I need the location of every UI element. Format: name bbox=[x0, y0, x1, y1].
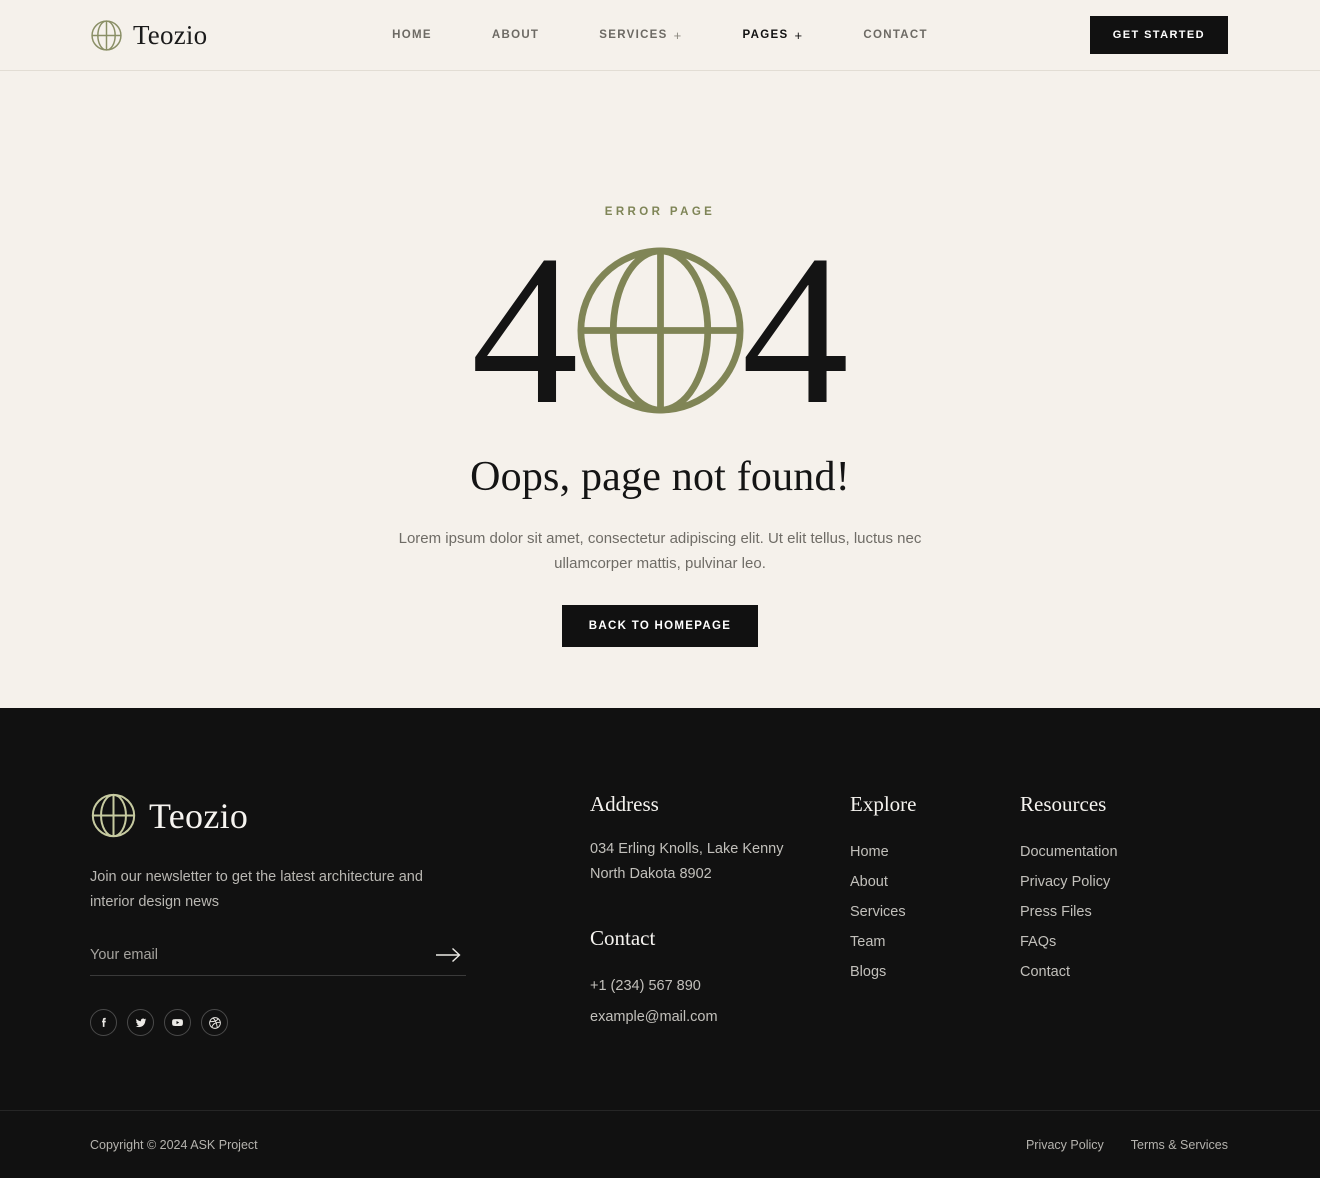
error-page: Teozio HOME ABOUT SERVICES + PAGES + CON… bbox=[0, 0, 1320, 1178]
address-line-1: 034 Erling Knolls, Lake Kenny bbox=[590, 841, 784, 857]
circle-cross-logo-icon bbox=[91, 793, 136, 838]
error-digit-left: 4 bbox=[471, 210, 579, 449]
footer-brand-name: Teozio bbox=[149, 795, 249, 836]
facebook-link[interactable] bbox=[90, 1009, 117, 1036]
chevron-plus-icon: + bbox=[794, 27, 804, 43]
legal-link-privacy-policy[interactable]: Privacy Policy bbox=[1026, 1138, 1104, 1152]
nav-label: ABOUT bbox=[491, 29, 540, 41]
address-heading: Address bbox=[590, 792, 659, 816]
youtube-icon bbox=[172, 1019, 183, 1026]
dribbble-icon bbox=[208, 1016, 221, 1029]
nav-item-services[interactable]: SERVICES + bbox=[569, 29, 712, 42]
arrow-right-icon bbox=[436, 947, 461, 963]
nav-item-pages[interactable]: PAGES + bbox=[713, 29, 834, 42]
site-header: Teozio HOME ABOUT SERVICES + PAGES + CON… bbox=[0, 0, 1320, 71]
email-input[interactable] bbox=[90, 947, 432, 963]
contact-email[interactable]: example@mail.com bbox=[590, 1002, 850, 1032]
eyebrow-label: ERROR PAGE bbox=[604, 206, 716, 218]
brand-logo-link[interactable]: Teozio bbox=[90, 19, 207, 52]
resources-link-privacy-policy[interactable]: Privacy Policy bbox=[1020, 867, 1220, 897]
dribbble-link[interactable] bbox=[201, 1009, 228, 1036]
footer-resources-column: Resources Documentation Privacy Policy P… bbox=[1020, 792, 1220, 1036]
resources-link-press-files[interactable]: Press Files bbox=[1020, 897, 1220, 927]
twitter-icon bbox=[135, 1018, 146, 1027]
error-code-graphic: 4 4 bbox=[471, 210, 850, 449]
nav-item-about[interactable]: ABOUT bbox=[462, 29, 569, 41]
resources-heading: Resources bbox=[1020, 792, 1107, 816]
error-digit-right: 4 bbox=[741, 210, 850, 449]
page-title: Oops, page not found! bbox=[470, 453, 850, 500]
footer-brand-column: Teozio Join our newsletter to get the la… bbox=[90, 792, 590, 1036]
nav-label: PAGES bbox=[742, 29, 789, 41]
footer-explore-column: Explore Home About Services Team Blogs bbox=[850, 792, 1020, 1036]
explore-link-blogs[interactable]: Blogs bbox=[850, 957, 1020, 987]
nav-label: CONTACT bbox=[863, 29, 928, 41]
footer-bottom-bar: Copyright © 2024 ASK Project Privacy Pol… bbox=[0, 1110, 1320, 1178]
twitter-link[interactable] bbox=[127, 1009, 154, 1036]
legal-link-terms-services[interactable]: Terms & Services bbox=[1131, 1138, 1228, 1152]
youtube-link[interactable] bbox=[164, 1009, 191, 1036]
address-line-2: North Dakota 8902 bbox=[590, 866, 712, 882]
back-to-homepage-button[interactable]: BACK TO HOMEPAGE bbox=[561, 604, 759, 647]
contact-heading: Contact bbox=[590, 926, 656, 950]
newsletter-description: Join our newsletter to get the latest ar… bbox=[90, 869, 423, 910]
nav-label: SERVICES bbox=[599, 29, 668, 41]
explore-link-about[interactable]: About bbox=[850, 867, 1020, 897]
circle-cross-logo-icon bbox=[91, 19, 122, 51]
newsletter-submit-button[interactable] bbox=[432, 947, 466, 963]
footer-legal-links: Privacy Policy Terms & Services bbox=[1026, 1138, 1228, 1152]
footer-brand-link[interactable]: Teozio bbox=[90, 792, 590, 839]
explore-heading: Explore bbox=[850, 792, 917, 816]
resources-link-contact[interactable]: Contact bbox=[1020, 957, 1220, 987]
page-description: Lorem ipsum dolor sit amet, consectetur … bbox=[398, 529, 922, 572]
social-links bbox=[90, 1009, 590, 1036]
facebook-icon bbox=[101, 1017, 106, 1027]
circle-cross-logo-icon bbox=[576, 247, 744, 414]
chevron-plus-icon: + bbox=[673, 27, 683, 43]
error-hero: ERROR PAGE 4 4 Oops, page not found! Lor… bbox=[0, 71, 1320, 708]
explore-link-services[interactable]: Services bbox=[850, 897, 1020, 927]
newsletter-form bbox=[90, 947, 466, 976]
site-footer: Teozio Join our newsletter to get the la… bbox=[0, 708, 1320, 1178]
footer-address-column: Address 034 Erling Knolls, Lake Kenny No… bbox=[590, 792, 850, 1036]
brand-name: Teozio bbox=[133, 19, 208, 50]
resources-link-faqs[interactable]: FAQs bbox=[1020, 927, 1220, 957]
resources-link-documentation[interactable]: Documentation bbox=[1020, 837, 1220, 867]
copyright-text: Copyright © 2024 ASK Project bbox=[90, 1137, 258, 1152]
explore-link-home[interactable]: Home bbox=[850, 837, 1020, 867]
nav-item-home[interactable]: HOME bbox=[362, 29, 462, 41]
nav-label: HOME bbox=[392, 29, 432, 41]
explore-link-team[interactable]: Team bbox=[850, 927, 1020, 957]
nav-item-contact[interactable]: CONTACT bbox=[833, 29, 957, 41]
get-started-button[interactable]: GET STARTED bbox=[1089, 16, 1228, 54]
contact-phone[interactable]: +1 (234) 567 890 bbox=[590, 971, 850, 1001]
